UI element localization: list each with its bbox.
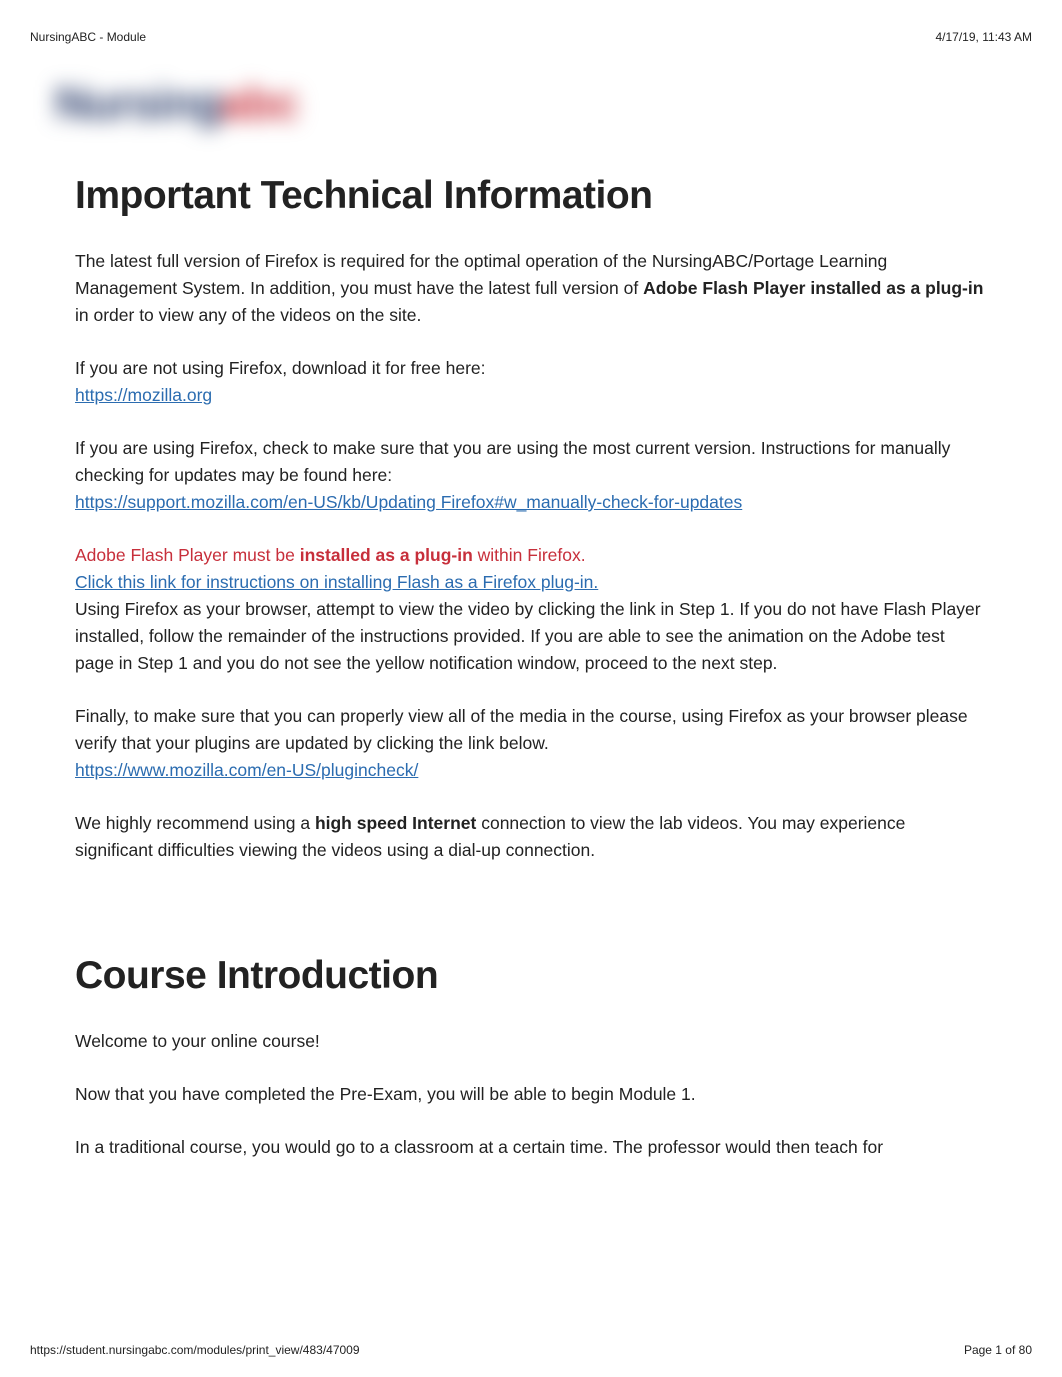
footer-page-number: Page 1 of 80 (964, 1343, 1032, 1357)
footer-url: https://student.nursingabc.com/modules/p… (30, 1343, 360, 1357)
bold-high-speed: high speed Internet (315, 813, 476, 833)
header-right: 4/17/19, 11:43 AM (935, 30, 1032, 44)
link-mozilla-org[interactable]: https://mozilla.org (75, 385, 212, 405)
red-warning-text: Adobe Flash Player must be installed as … (75, 545, 586, 565)
paragraph-plugin-check: Finally, to make sure that you can prope… (75, 703, 987, 784)
logo-text-1: Nursing (55, 76, 222, 130)
section-heading-course-intro: Course Introduction (75, 954, 987, 998)
paragraph-flash-plugin: Adobe Flash Player must be installed as … (75, 542, 987, 677)
bold-adobe-flash: Adobe Flash Player installed as a plug-i… (643, 278, 983, 298)
logo: Nursing abc (45, 64, 1032, 164)
print-footer: https://student.nursingabc.com/modules/p… (30, 1343, 1032, 1357)
bold-installed-plugin: installed as a plug-in (300, 545, 473, 565)
header-left: NursingABC - Module (30, 30, 146, 44)
paragraph-download-firefox: If you are not using Firefox, download i… (75, 355, 987, 409)
link-plugincheck[interactable]: https://www.mozilla.com/en-US/pluginchec… (75, 760, 418, 780)
paragraph-pre-exam: Now that you have completed the Pre-Exam… (75, 1081, 987, 1108)
paragraph-firefox-required: The latest full version of Firefox is re… (75, 248, 987, 329)
link-flash-instructions[interactable]: Click this link for instructions on inst… (75, 572, 598, 592)
link-mozilla-support[interactable]: https://support.mozilla.com/en-US/kb/Upd… (75, 492, 742, 512)
print-header: NursingABC - Module 4/17/19, 11:43 AM (30, 30, 1032, 44)
paragraph-high-speed: We highly recommend using a high speed I… (75, 810, 987, 864)
section-heading-technical: Important Technical Information (75, 174, 987, 218)
paragraph-check-version: If you are using Firefox, check to make … (75, 435, 987, 516)
logo-text-2: abc (220, 76, 299, 130)
paragraph-welcome: Welcome to your online course! (75, 1028, 987, 1055)
paragraph-traditional-course: In a traditional course, you would go to… (75, 1134, 987, 1161)
